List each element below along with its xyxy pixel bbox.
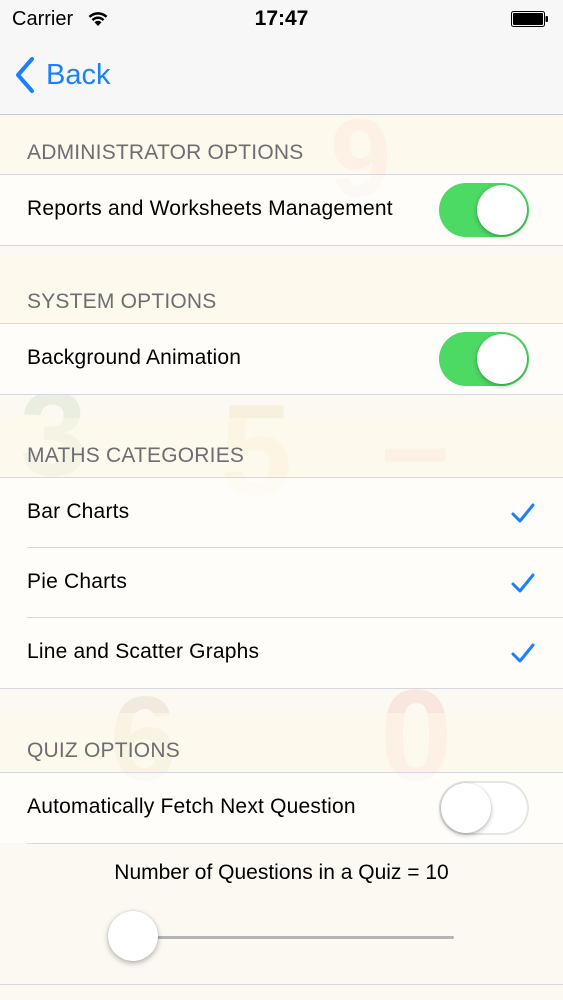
system-options-header: SYSTEM OPTIONS bbox=[0, 264, 563, 324]
quiz-options-header: QUIZ OPTIONS bbox=[0, 713, 563, 773]
category-label: Line and Scatter Graphs bbox=[27, 640, 260, 663]
background-animation-toggle[interactable] bbox=[439, 332, 529, 386]
chevron-left-icon bbox=[16, 57, 34, 93]
toggle-knob bbox=[477, 334, 527, 384]
back-label: Back bbox=[46, 58, 111, 91]
background-animation-row: Background Animation bbox=[0, 323, 563, 395]
reports-management-row: Reports and Worksheets Management bbox=[0, 174, 563, 246]
category-label: Bar Charts bbox=[27, 500, 130, 523]
auto-fetch-row: Automatically Fetch Next Question bbox=[0, 772, 563, 843]
auto-fetch-toggle[interactable] bbox=[439, 781, 529, 835]
background-animation-label: Background Animation bbox=[27, 346, 242, 369]
questions-slider-track[interactable] bbox=[132, 936, 454, 939]
auto-fetch-label: Automatically Fetch Next Question bbox=[27, 795, 356, 818]
row-separator bbox=[27, 617, 563, 618]
checkmark-icon bbox=[511, 643, 535, 663]
settings-list[interactable]: 9 3 5 − 6 0 ADMINISTRATOR OPTIONS Report… bbox=[0, 115, 563, 1000]
checkmark-icon bbox=[511, 573, 535, 593]
checkmark-icon bbox=[511, 503, 535, 523]
status-bar: Carrier 17:47 bbox=[0, 0, 563, 40]
maths-categories-header: MATHS CATEGORIES bbox=[0, 418, 563, 478]
row-separator bbox=[27, 547, 563, 548]
toggle-knob bbox=[441, 783, 491, 833]
toggle-knob bbox=[477, 185, 527, 235]
questions-slider-thumb[interactable] bbox=[108, 911, 158, 961]
category-label: Pie Charts bbox=[27, 570, 128, 593]
administrator-options-header: ADMINISTRATOR OPTIONS bbox=[0, 115, 563, 175]
row-separator bbox=[27, 843, 563, 844]
category-row-pie-charts[interactable]: Pie Charts bbox=[0, 547, 563, 618]
questions-count-label: Number of Questions in a Quiz = 10 bbox=[114, 861, 449, 884]
reports-management-toggle[interactable] bbox=[439, 183, 529, 237]
list-bottom-separator bbox=[0, 984, 563, 985]
category-row-bar-charts[interactable]: Bar Charts bbox=[0, 477, 563, 548]
clock: 17:47 bbox=[254, 7, 309, 30]
reports-management-label: Reports and Worksheets Management bbox=[27, 197, 393, 220]
category-row-line-scatter[interactable]: Line and Scatter Graphs bbox=[0, 617, 563, 689]
back-button[interactable]: Back bbox=[14, 54, 110, 96]
battery-icon bbox=[511, 11, 548, 27]
questions-count-row: Number of Questions in a Quiz = 10 bbox=[0, 843, 563, 988]
navigation-bar: Back bbox=[0, 40, 563, 115]
